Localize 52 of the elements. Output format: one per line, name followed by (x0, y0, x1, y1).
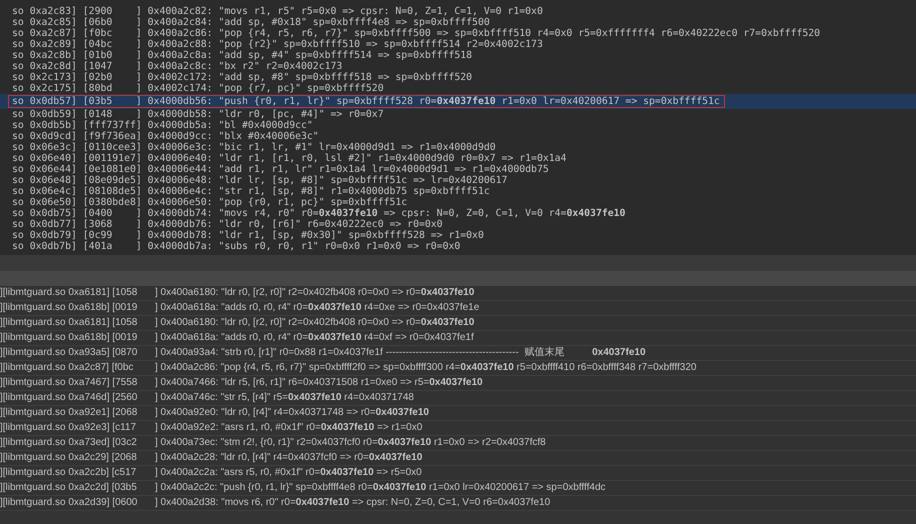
trace-line[interactable]: so 0xa2c8b] [01b0 ] 0x400a2c8a: "add sp, #4" sp=0xbffff514 => sp=0xbffff518 (0, 50, 916, 61)
trace-line[interactable]: so 0x0db59] [0148 ] 0x4000db58: "ldr r0, [pc, #4]" => r0=0x7 (0, 109, 916, 120)
log-instruction: ] 0x400a93a4: "strb r0, [r1]" r0=0x88 r1=0x4037fe1f ---------------------------------------- 赋值末尾 0x4037fe10 (155, 346, 646, 360)
log-instruction: ] 0x400a2c2a: "asrs r5, r0, #0x1f" r0=0x4037fe10 => r5=0x0 (155, 466, 422, 480)
log-location: ][libmtguard.so 0xa92e3] [c117 (0, 421, 138, 435)
trace-line[interactable]: so 0x2c173] [02b0 ] 0x4002c172: "add sp, #8" sp=0xbffff518 => sp=0xbffff520 (0, 72, 916, 83)
log-instruction: ] 0x400a2d38: "movs r6, r0" r0=0x4037fe10 => cpsr: N=0, Z=0, C=1, V=0 r6=0x4037fe10 (155, 496, 550, 510)
log-instruction: ] 0x400a746c: "str r5, [r4]" r5=0x4037fe10 r4=0x40371748 (155, 391, 414, 405)
log-location: ][libmtguard.so 0xa73ed] [03c2 (0, 436, 138, 450)
log-instruction: ] 0x400a6180: "ldr r0, [r2, r0]" r2=0x402fb408 r0=0x0 => r0=0x4037fe10 (155, 316, 474, 330)
log-location: ][libmtguard.so 0xa618b] [0019 (0, 301, 138, 315)
trace-line[interactable]: so 0x06e40] [001191e7] 0x40006e40: "ldr r1, [r1, r0, lsl #2]" r1=0x4000d9d0 r0=0x7 => r1=0x1a4 (0, 153, 916, 164)
trace-line[interactable]: so 0x0db79] [0c99 ] 0x4000db78: "ldr r1, [sp, #0x30]" sp=0xbffff528 => r1=0x0 (0, 230, 916, 241)
log-location: ][libmtguard.so 0xa6181] [1058 (0, 316, 138, 330)
log-location: ][libmtguard.so 0xa2c87] [f0bc (0, 361, 134, 375)
trace-line[interactable]: so 0xa2c87] [f0bc ] 0x400a2c86: "pop {r4, r5, r6, r7}" sp=0xbffff500 => sp=0xbffff510 r4=0x0 r5=0xfffffff4 r6=0x40222ec0 r7=0xbffff520 (0, 28, 916, 39)
log-instruction: ] 0x400a2c28: "ldr r0, [r4]" r4=0x4037fcf0 => r0=0x4037fe10 (155, 451, 422, 465)
log-location: ][libmtguard.so 0xa2c2b] [c517 (0, 466, 138, 480)
log-instruction: ] 0x400a73ec: "stm r2!, {r0, r1}" r2=0x4037fcf0 r0=0x4037fe10 r1=0x0 => r2=0x4037fcf8 (155, 436, 546, 450)
log-instruction: ] 0x400a2c2c: "push {r0, r1, lr}" sp=0xbffff4e8 r0=0x4037fe10 r1=0x0 lr=0x40200617 => sp=0xbffff4dc (155, 481, 606, 495)
log-instruction: ] 0x400a618a: "adds r0, r0, r4" r0=0x4037fe10 r4=0xf => r0=0x4037fe1f (155, 331, 474, 345)
trace-line[interactable]: so 0x0db7b] [401a ] 0x4000db7a: "subs r0, r0, r1" r0=0x0 r1=0x0 => r0=0x0 (0, 241, 916, 252)
log-instruction: ] 0x400a6180: "ldr r0, [r2, r0]" r2=0x402fb408 r0=0x0 => r0=0x4037fe10 (155, 286, 474, 300)
trace-line[interactable]: so 0xa2c8d] [1047 ] 0x400a2c8c: "bx r2" r2=0x4002c173 (0, 61, 916, 72)
log-instruction: ] 0x400a7466: "ldr r5, [r6, r1]" r6=0x40371508 r1=0xe0 => r5=0x4037fe10 (155, 376, 483, 390)
log-location: ][libmtguard.so 0xa6181] [1058 (0, 286, 138, 300)
log-location: ][libmtguard.so 0xa2c29] [2068 (0, 451, 138, 465)
log-location: ][libmtguard.so 0xa2c2d] [03b5 (0, 481, 138, 495)
log-location: ][libmtguard.so 0xa93a5] [0870 (0, 346, 138, 360)
trace-line[interactable]: so 0xa2c83] [2900 ] 0x400a2c82: "movs r1, r5" r5=0x0 => cpsr: N=0, Z=1, C=1, V=0 r1=0x0 (0, 6, 916, 17)
trace-line[interactable]: so 0x06e4c] [08108de5] 0x40006e4c: "str r1, [sp, #8]" r1=0x4000db75 sp=0xbffff51c (0, 186, 916, 197)
trace-line[interactable]: so 0x06e3c] [0110cee3] 0x40006e3c: "bic r1, lr, #1" lr=0x4000d9d1 => r1=0x4000d9d0 (0, 142, 916, 153)
splitter-bar[interactable] (0, 255, 916, 271)
log-location: ][libmtguard.so 0xa92e1] [2068 (0, 406, 138, 420)
log-location: ][libmtguard.so 0xa2d39] [0600 (0, 496, 138, 510)
trace-line[interactable]: so 0x2c175] [80bd ] 0x4002c174: "pop {r7, pc}" sp=0xbffff520 (0, 83, 916, 94)
trace-line[interactable]: so 0x0db75] [0400 ] 0x4000db74: "movs r4, r0" r0=0x4037fe10 => cpsr: N=0, Z=0, C=1, V=0 r4=0x4037fe10 (0, 208, 916, 219)
log-location: ][libmtguard.so 0xa618b] [0019 (0, 331, 138, 345)
log-instruction: ] 0x400a92e2: "asrs r1, r0, #0x1f" r0=0x4037fe10 => r1=0x0 (155, 421, 422, 435)
trace-line[interactable]: so 0x06e44] [0e1081e0] 0x40006e44: "add r1, r1, lr" r1=0x1a4 lr=0x4000d9d1 => r1=0x4000db75 (0, 164, 916, 175)
log-location: ][libmtguard.so 0xa7467] [7558 (0, 376, 138, 390)
log-instruction: ] 0x400a618a: "adds r0, r0, r4" r0=0x4037fe10 r4=0xe => r0=0x4037fe1e (155, 301, 480, 315)
log-location: ][libmtguard.so 0xa746d] [2560 (0, 391, 138, 405)
log-instruction: ] 0x400a2c86: "pop {r4, r5, r6, r7}" sp=0xbffff2f0 => sp=0xbffff300 r4=0x4037fe10 r5=0xbffff410 r6=0xbffff348 r7=0xbffff320 (155, 361, 696, 375)
trace-line[interactable]: so 0x0db77] [3068 ] 0x4000db76: "ldr r0, [r6]" r6=0x40222ec0 => r0=0x0 (0, 219, 916, 230)
log-instruction: ] 0x400a92e0: "ldr r0, [r4]" r4=0x40371748 => r0=0x4037fe10 (155, 406, 429, 420)
trace-line[interactable]: so 0x0d9cd] [f9f736ea] 0x4000d9cc: "blx #0x40006e3c" (0, 131, 916, 142)
trace-line[interactable]: so 0x0db5b] [fff737ff] 0x4000db5a: "bl #0x4000d9cc" (0, 120, 916, 131)
trace-line[interactable]: so 0x06e50] [0380bde8] 0x40006e50: "pop {r0, r1, pc}" sp=0xbffff51c (0, 197, 916, 208)
trace-line[interactable]: so 0xa2c85] [06b0 ] 0x400a2c84: "add sp, #0x18" sp=0xbffff4e8 => sp=0xbffff500 (0, 17, 916, 28)
trace-line[interactable]: so 0x06e48] [08e09de5] 0x40006e48: "ldr lr, [sp, #8]" sp=0xbffff51c => lr=0x40200617 (0, 175, 916, 186)
trace-line[interactable]: so 0xa2c89] [04bc ] 0x400a2c88: "pop {r2}" sp=0xbffff510 => sp=0xbffff514 r2=0x4002c173 (0, 39, 916, 50)
